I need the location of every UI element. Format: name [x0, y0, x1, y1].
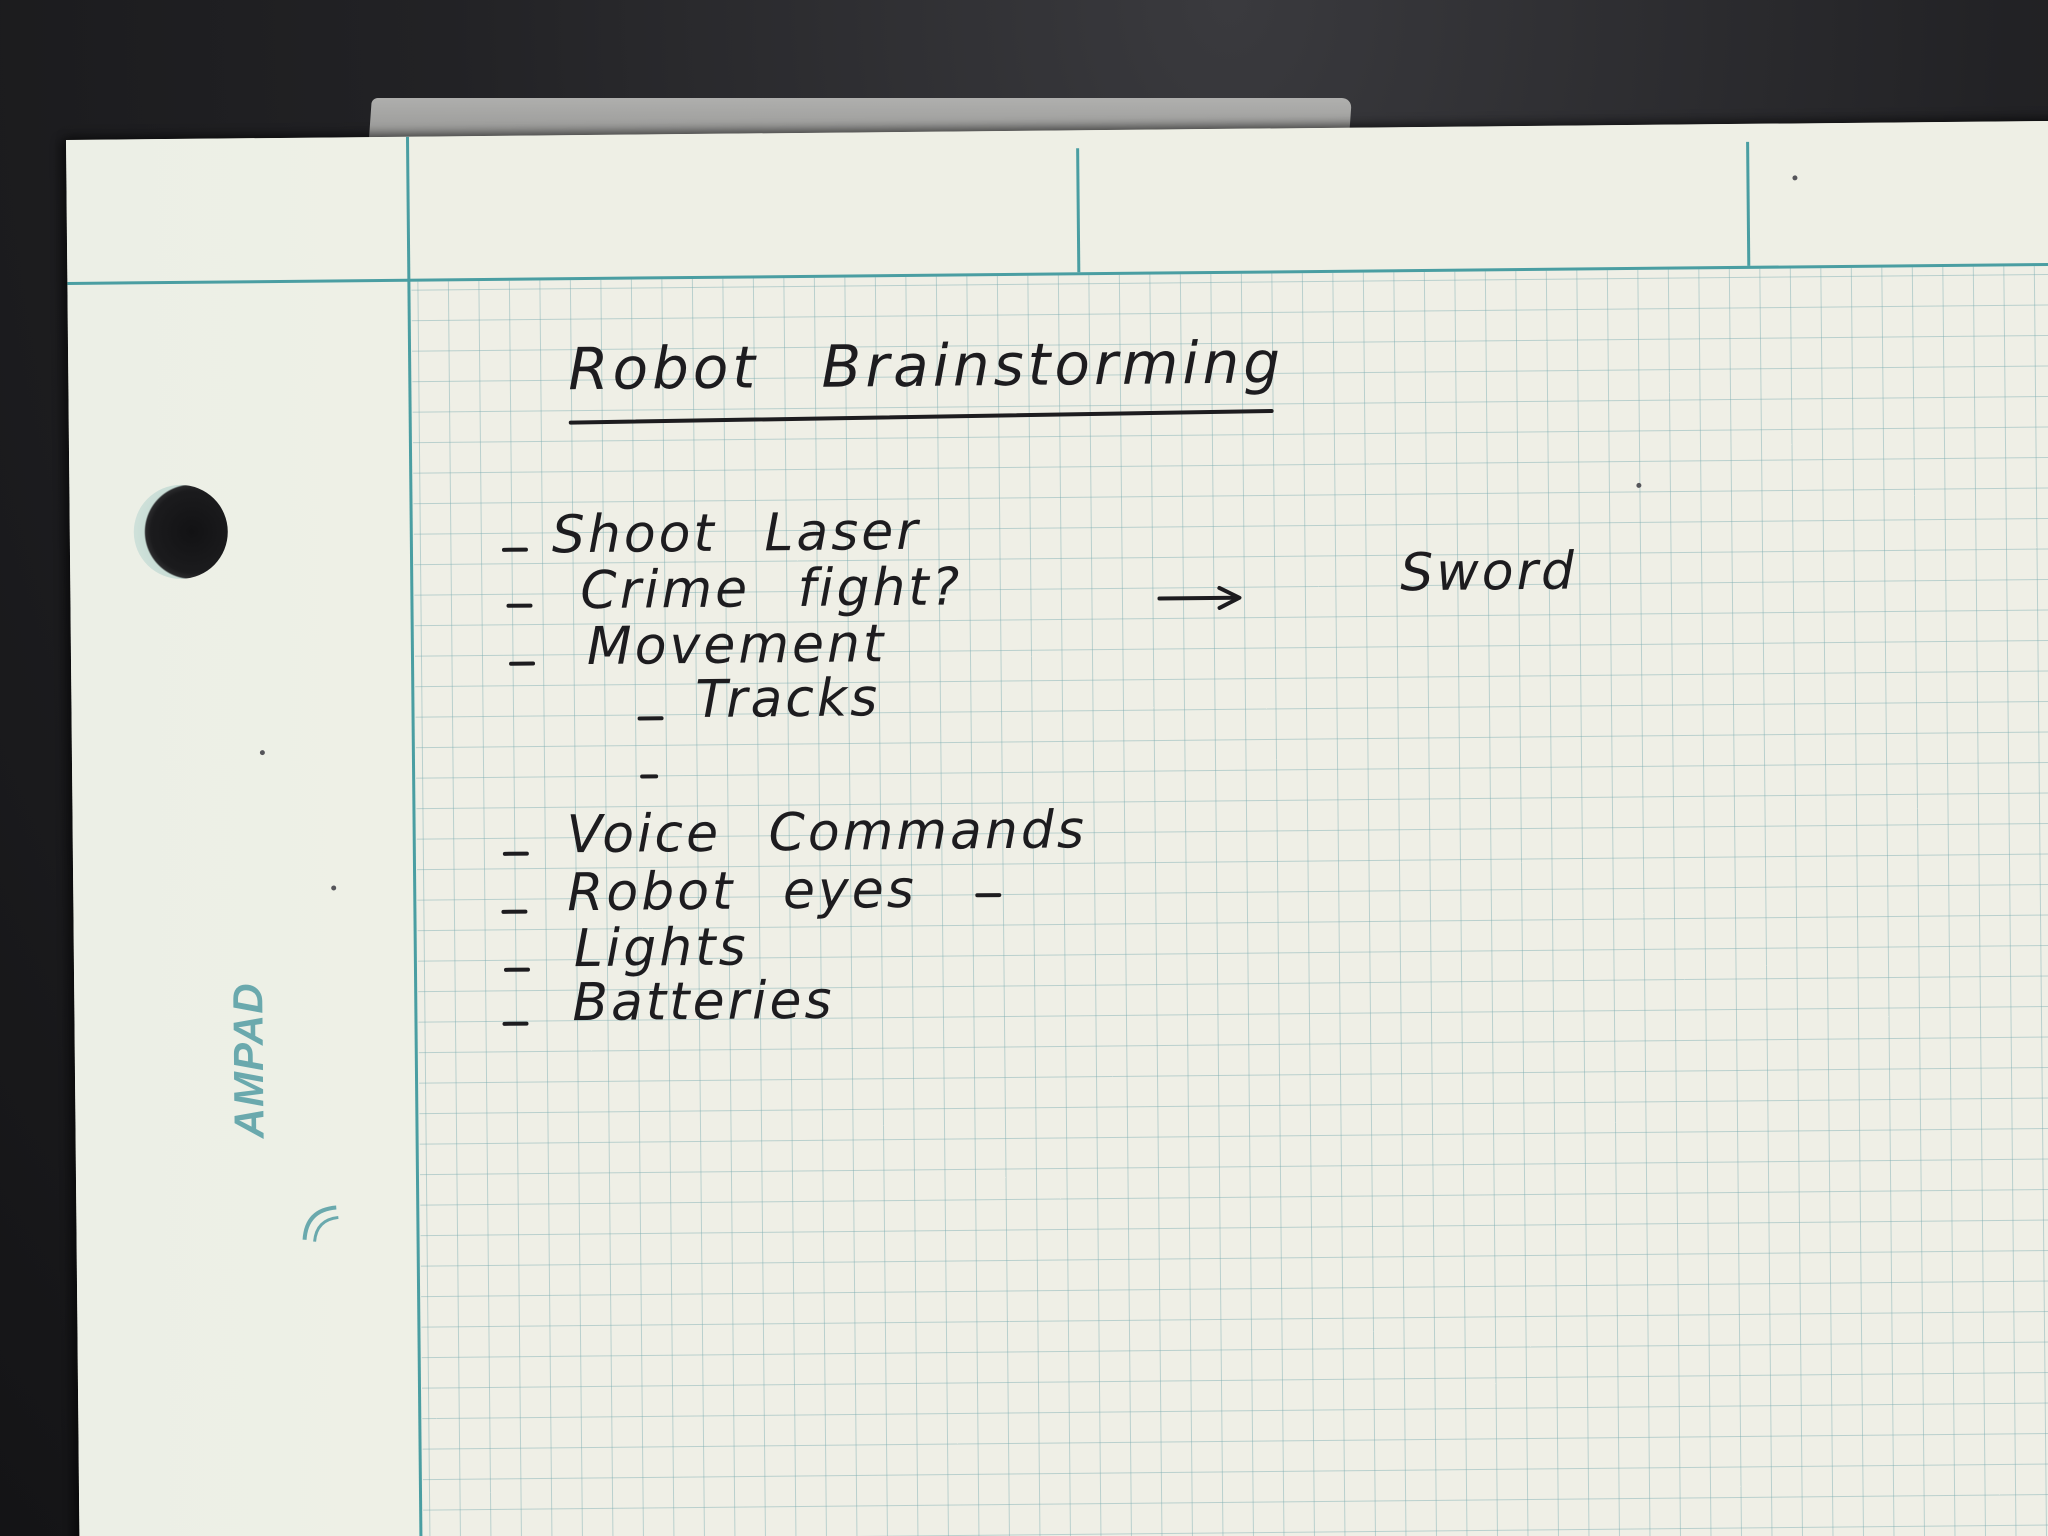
- bullet-dash-empty: [640, 774, 659, 779]
- note-item-lights: Lights: [573, 917, 749, 980]
- bullet-dash: [502, 1021, 529, 1026]
- trailing-dash: [975, 893, 1002, 898]
- handwritten-notes: Robot Brainstorming Shoot Laser Crime fi…: [66, 121, 2048, 1536]
- arrow-right-icon: [1157, 585, 1242, 610]
- bullet-dash: [502, 851, 529, 856]
- note-item-tracks: Tracks: [695, 668, 881, 730]
- note-item-shoot-laser: Shoot Laser: [551, 501, 921, 566]
- note-item-voice-commands: Voice Commands: [566, 800, 1088, 866]
- note-item-sword: Sword: [1399, 541, 1578, 604]
- bullet-dash: [501, 909, 528, 914]
- note-item-robot-eyes: Robot eyes: [566, 859, 918, 924]
- graph-paper-sheet: AMPAD Robot Brainstorming Shoot Laser Cr…: [66, 120, 2048, 1536]
- bullet-dash: [637, 716, 664, 721]
- title-underline: [568, 408, 1274, 425]
- note-item-batteries: Batteries: [572, 970, 835, 1034]
- bullet-dash: [501, 547, 528, 552]
- bullet-dash: [506, 603, 533, 608]
- note-item-crime-fight: Crime fight?: [580, 557, 963, 622]
- notes-title: Robot Brainstorming: [567, 328, 1285, 404]
- bullet-dash: [503, 967, 531, 972]
- photo-scene: AMPAD Robot Brainstorming Shoot Laser Cr…: [0, 0, 2048, 1536]
- bullet-dash: [509, 661, 536, 666]
